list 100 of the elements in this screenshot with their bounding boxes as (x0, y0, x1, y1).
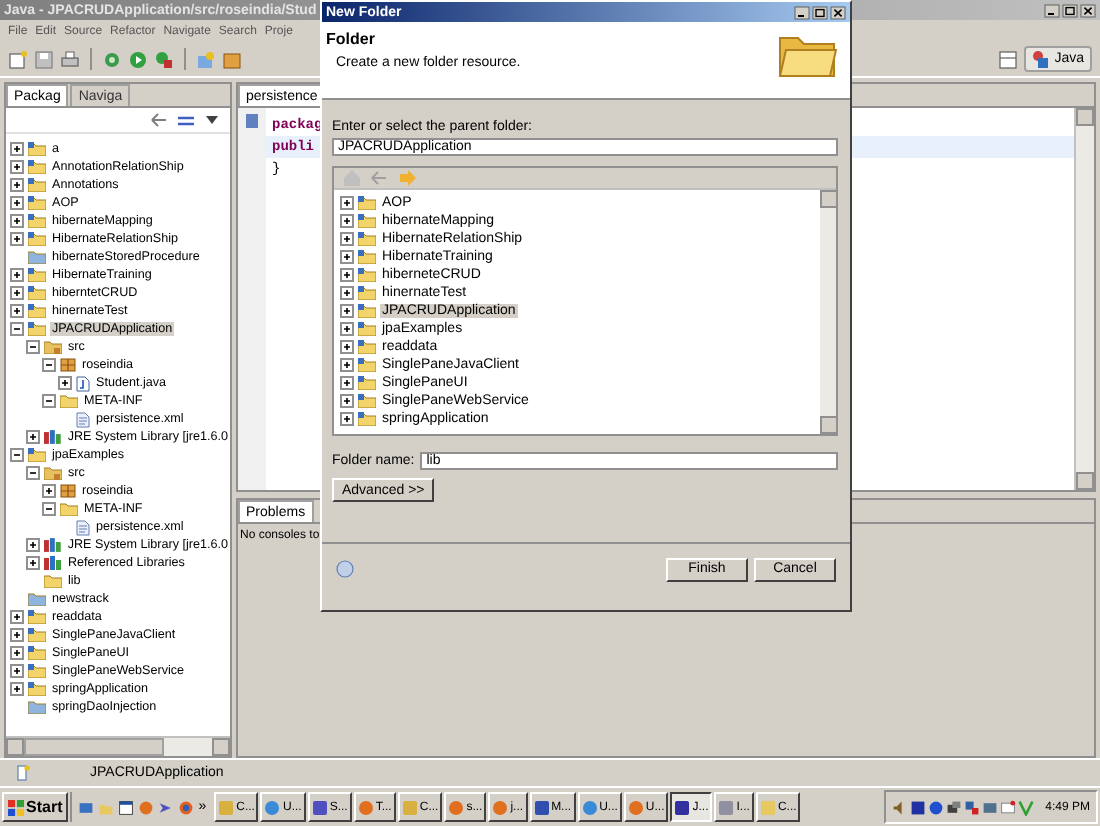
project-folder-icon (358, 286, 376, 300)
project-folder-icon (358, 232, 376, 246)
close-button[interactable] (830, 5, 846, 19)
expand-icon[interactable] (340, 232, 354, 246)
arrow-icon[interactable] (158, 799, 175, 815)
project-folder-icon (28, 628, 46, 642)
xml-file-icon (76, 411, 90, 427)
expand-icon[interactable] (340, 304, 354, 318)
external-tools-icon[interactable] (154, 49, 174, 69)
expand-icon[interactable] (10, 178, 24, 192)
speaker-icon[interactable] (891, 799, 908, 815)
back-icon[interactable] (150, 110, 170, 130)
xml-file-icon (76, 519, 90, 535)
expand-icon[interactable] (10, 196, 24, 210)
expand-icon[interactable] (10, 664, 24, 678)
expand-icon[interactable] (26, 556, 40, 570)
ruler-marker (246, 114, 258, 128)
expand-icon[interactable] (340, 412, 354, 426)
expand-icon[interactable] (10, 610, 24, 624)
network-icon[interactable] (963, 799, 980, 815)
expand-icon[interactable] (340, 286, 354, 300)
project-folder-icon (28, 646, 46, 660)
minimize-button[interactable] (794, 5, 810, 19)
source-folder-icon (44, 340, 62, 354)
print-icon[interactable] (60, 49, 80, 69)
close-button[interactable] (1080, 3, 1096, 17)
collapse-icon[interactable] (26, 466, 40, 480)
expand-icon[interactable] (340, 250, 354, 264)
java-perspective-icon (1032, 50, 1051, 68)
folder-icon (44, 574, 62, 588)
package-icon (60, 358, 76, 372)
project-folder-icon (358, 250, 376, 264)
project-folder-icon (28, 610, 46, 624)
collapse-icon[interactable] (42, 502, 56, 516)
expand-icon[interactable] (10, 682, 24, 696)
expand-icon[interactable] (10, 142, 24, 156)
collapse-icon[interactable] (10, 322, 24, 336)
project-folder-icon (28, 178, 46, 192)
run-icon[interactable] (128, 49, 148, 69)
collapse-icon[interactable] (42, 358, 56, 372)
expand-icon[interactable] (340, 196, 354, 210)
windows-logo-icon (8, 799, 24, 815)
expand-icon[interactable] (340, 268, 354, 282)
app-icon (533, 799, 550, 815)
collapse-icon[interactable] (42, 394, 56, 408)
open-perspective-icon[interactable] (998, 49, 1019, 69)
app-icon (357, 799, 374, 815)
expand-icon[interactable] (10, 628, 24, 642)
expand-icon[interactable] (340, 394, 354, 408)
project-folder-icon (28, 232, 46, 246)
expand-icon[interactable] (10, 232, 24, 246)
app-icon (581, 799, 598, 815)
network-icon[interactable] (945, 799, 962, 815)
expand-icon[interactable] (10, 160, 24, 174)
expand-icon[interactable] (10, 286, 24, 300)
app-icon (401, 799, 418, 815)
closed-project-icon (28, 592, 46, 606)
project-folder-icon (358, 196, 376, 210)
expand-icon[interactable] (340, 340, 354, 354)
project-folder-icon (358, 358, 376, 372)
project-folder-icon (358, 322, 376, 336)
project-folder-icon (358, 340, 376, 354)
expand-icon[interactable] (340, 322, 354, 336)
project-folder-icon (28, 160, 46, 174)
expand-icon[interactable] (10, 268, 24, 282)
expand-icon[interactable] (10, 214, 24, 228)
expand-icon[interactable] (10, 646, 24, 660)
expand-icon[interactable] (26, 430, 40, 444)
monitor-icon[interactable] (981, 799, 998, 815)
expand-icon[interactable] (340, 376, 354, 390)
expand-icon[interactable] (58, 376, 72, 390)
debug-icon[interactable] (102, 49, 122, 69)
project-folder-icon (358, 214, 376, 228)
window-icon[interactable] (118, 799, 135, 815)
maximize-button[interactable] (1062, 3, 1078, 17)
desktop-icon[interactable] (78, 799, 95, 815)
app-icon (718, 799, 735, 815)
scroll-thumb[interactable] (24, 738, 164, 756)
library-icon (44, 430, 62, 444)
expand-icon[interactable] (26, 538, 40, 552)
app-icon (759, 799, 776, 815)
collapse-icon[interactable] (26, 340, 40, 354)
expand-icon[interactable] (10, 304, 24, 318)
maximize-button[interactable] (812, 5, 828, 19)
closed-project-icon (28, 250, 46, 264)
save-icon[interactable] (34, 49, 54, 69)
project-folder-icon (28, 196, 46, 210)
mail-icon[interactable] (999, 799, 1016, 815)
new-icon[interactable] (8, 49, 28, 69)
expand-icon[interactable] (42, 484, 56, 498)
expand-icon[interactable] (340, 214, 354, 228)
minimize-button[interactable] (1044, 3, 1060, 17)
project-folder-icon (28, 664, 46, 678)
project-folder-icon (28, 214, 46, 228)
app-icon (218, 799, 235, 815)
project-folder-icon (358, 304, 376, 318)
collapse-icon[interactable] (10, 448, 24, 462)
expand-icon[interactable] (340, 358, 354, 372)
start-button[interactable]: Start (2, 792, 69, 822)
firefox-icon[interactable] (178, 799, 195, 815)
